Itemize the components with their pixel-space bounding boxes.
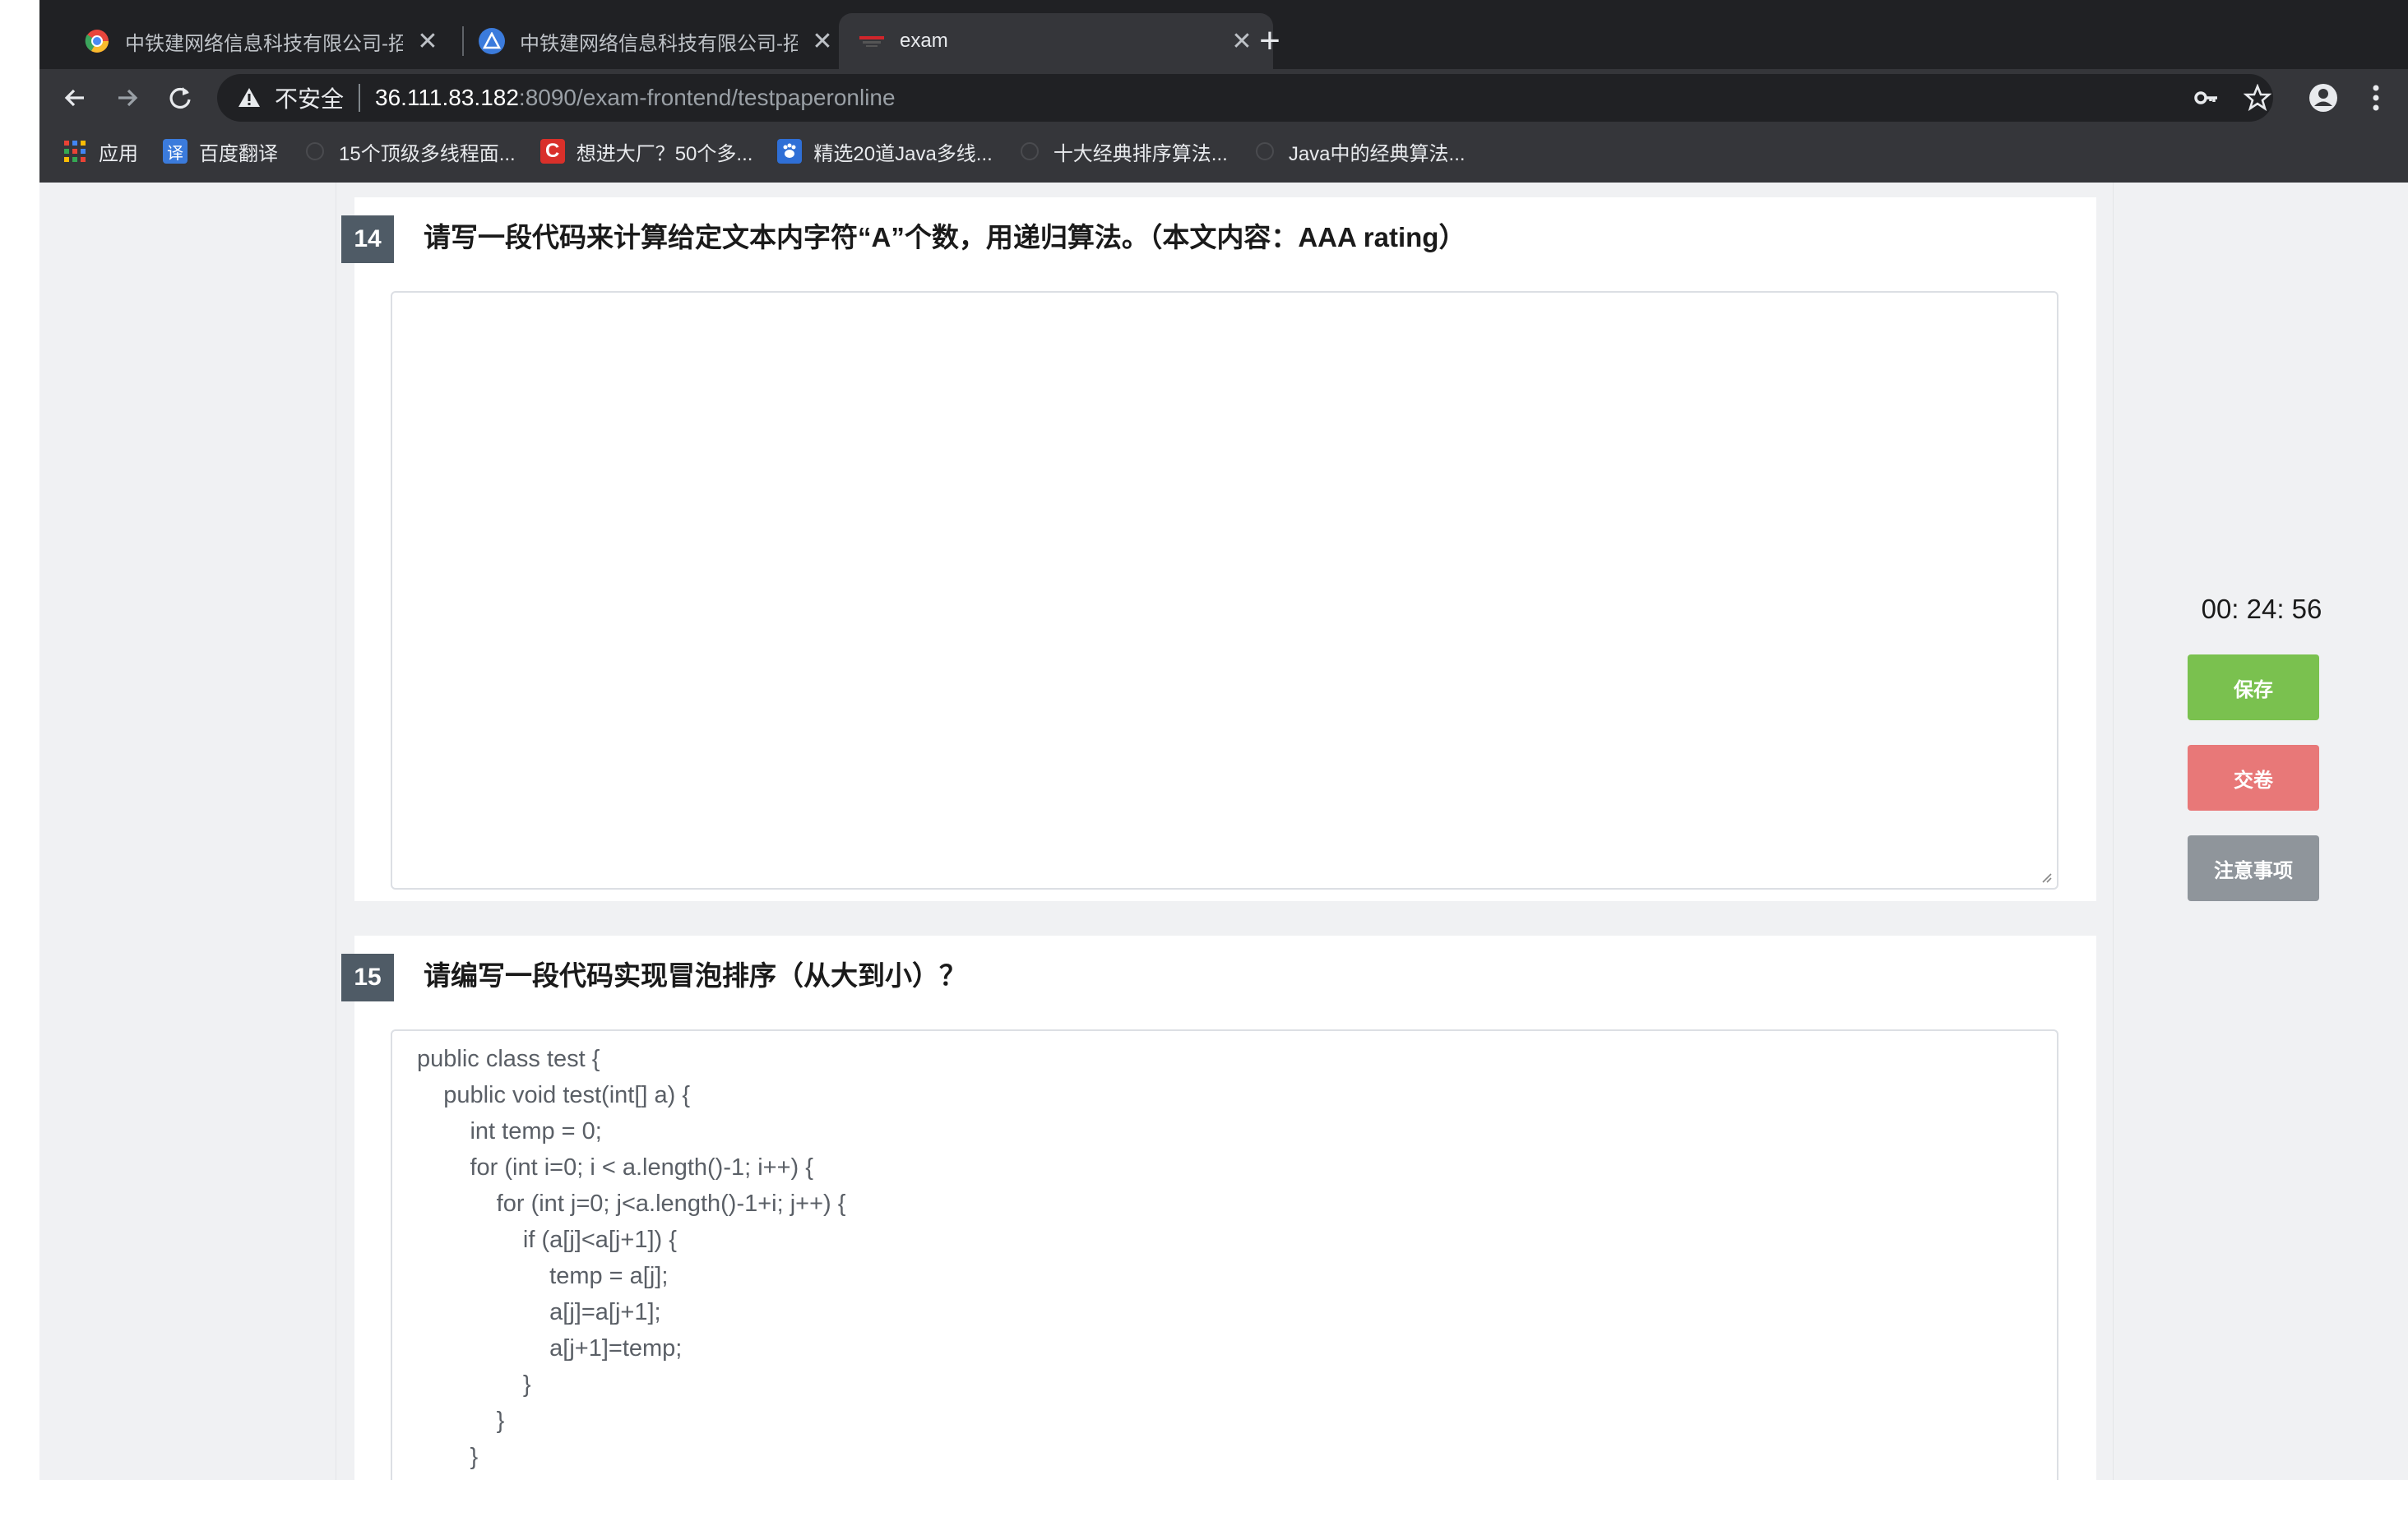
- csdn-icon: C: [539, 139, 565, 164]
- tab-title: 中铁建网络信息科技有限公司-招: [125, 32, 403, 55]
- close-tab-icon[interactable]: ✕: [416, 28, 439, 55]
- browser-chrome: 中铁建网络信息科技有限公司-招 ✕ 中铁建网络信息科技有限公司-招 ✕ exam…: [39, 0, 2408, 183]
- menu-kebab-icon[interactable]: [2357, 79, 2395, 117]
- resize-handle-icon[interactable]: [2039, 870, 2052, 883]
- bookmark-sorting[interactable]: 十大经典排序算法...: [1017, 137, 1228, 166]
- question-card-15: 15 请编写一段代码实现冒泡排序（从大到小）？ public class tes…: [341, 936, 2096, 1480]
- bookmark-label: 精选20道Java多线...: [813, 142, 993, 165]
- key-icon[interactable]: [2188, 79, 2225, 117]
- bookmark-label: 十大经典排序算法...: [1053, 142, 1228, 165]
- forward-arrow-icon[interactable]: [107, 77, 148, 118]
- bookmark-apps[interactable]: 应用: [63, 137, 138, 166]
- question-text: 请写一段代码来计算给定文本内字符“A”个数，用递归算法。（本文内容：AAA ra…: [424, 222, 1466, 252]
- browser-tab-2[interactable]: 中铁建网络信息科技有限公司-招 ✕: [459, 13, 854, 69]
- bookmark-label: 应用: [99, 142, 138, 165]
- omnibox-divider: [359, 84, 361, 112]
- profile-avatar-icon[interactable]: [2304, 79, 2342, 117]
- bookmark-star-icon[interactable]: [2239, 79, 2276, 117]
- answer-code: public class test { public void test(int…: [417, 1046, 846, 1470]
- url-host: 36.111.83.182: [375, 85, 519, 110]
- tab-strip: 中铁建网络信息科技有限公司-招 ✕ 中铁建网络信息科技有限公司-招 ✕ exam…: [39, 0, 2408, 69]
- question-card-14: 14 请写一段代码来计算给定文本内字符“A”个数，用递归算法。（本文内容：AAA…: [341, 197, 2096, 901]
- bookmark-java-multithread[interactable]: 精选20道Java多线...: [777, 137, 993, 166]
- chrome-favicon-icon: [84, 28, 110, 54]
- tab-title: 中铁建网络信息科技有限公司-招: [520, 32, 798, 55]
- answer-textarea[interactable]: [391, 291, 2058, 890]
- site-favicon-icon: [479, 28, 505, 54]
- security-label[interactable]: 不安全: [275, 81, 344, 114]
- site-icon: [1017, 139, 1042, 164]
- notes-button[interactable]: 注意事项: [2188, 835, 2319, 901]
- exam-page: 14 请写一段代码来计算给定文本内字符“A”个数，用递归算法。（本文内容：AAA…: [39, 183, 2408, 1480]
- exam-favicon-icon: [859, 28, 885, 54]
- bookmark-label: 想进大厂？50个多...: [576, 142, 753, 165]
- answer-textarea[interactable]: public class test { public void test(int…: [391, 1029, 2058, 1480]
- question-number-badge: 14: [341, 215, 394, 263]
- submit-exam-button[interactable]: 交卷: [2188, 745, 2319, 811]
- bookmark-multithread-1[interactable]: 15个顶级多线程面...: [303, 137, 516, 166]
- bookmarks-bar: 应用 译 百度翻译 15个顶级多线程面... C 想进大厂？50个多... 精选…: [39, 127, 2408, 176]
- bookmark-label: 百度翻译: [199, 142, 278, 165]
- bookmark-baidu-translate[interactable]: 译 百度翻译: [163, 137, 278, 166]
- close-tab-icon[interactable]: ✕: [811, 28, 834, 55]
- translate-icon: 译: [163, 139, 188, 164]
- question-number-badge: 15: [341, 954, 394, 1001]
- back-arrow-icon[interactable]: [54, 77, 95, 118]
- bookmark-java-algorithms[interactable]: Java中的经典算法...: [1253, 137, 1466, 166]
- browser-tab-1[interactable]: 中铁建网络信息科技有限公司-招 ✕: [64, 13, 459, 69]
- browser-toolbar: 不安全 36.111.83.182 :8090/exam-frontend/te…: [39, 69, 2408, 127]
- address-bar[interactable]: 不安全 36.111.83.182 :8090/exam-frontend/te…: [217, 74, 2273, 122]
- save-button[interactable]: 保存: [2188, 654, 2319, 720]
- browser-tab-exam[interactable]: exam ✕: [839, 13, 1273, 69]
- new-tab-icon[interactable]: +: [1250, 21, 1290, 61]
- baidu-paw-icon: [777, 139, 803, 164]
- warning-icon[interactable]: [237, 86, 262, 110]
- bottom-blank-area: [0, 1480, 2408, 1526]
- site-icon: [1253, 139, 1277, 164]
- countdown-timer: 00: 24: 56: [2201, 594, 2322, 624]
- question-text: 请编写一段代码实现冒泡排序（从大到小）？: [424, 960, 966, 991]
- question-column: 14 请写一段代码来计算给定文本内字符“A”个数，用递归算法。（本文内容：AAA…: [336, 183, 2114, 1480]
- bookmark-csdn[interactable]: C 想进大厂？50个多...: [539, 137, 753, 166]
- site-icon: [303, 139, 327, 164]
- bookmark-label: 15个顶级多线程面...: [339, 142, 516, 165]
- apps-grid-icon: [63, 139, 87, 164]
- bookmark-label: Java中的经典算法...: [1288, 142, 1466, 165]
- reload-icon[interactable]: [160, 77, 201, 118]
- tab-title: exam: [900, 30, 948, 52]
- url-path: :8090/exam-frontend/testpaperonline: [518, 85, 896, 110]
- exam-sidebar: 00: 24: 56 保存 交卷 注意事项: [2114, 183, 2408, 1480]
